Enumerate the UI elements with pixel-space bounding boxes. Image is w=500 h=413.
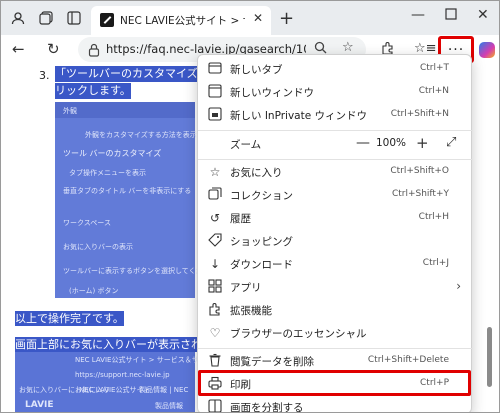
screenshot-favbar: お気に入りバーの表示 <box>63 243 133 251</box>
shopping-icon <box>207 233 223 249</box>
download-icon: ↓ <box>209 257 221 271</box>
menu-item-history[interactable]: ↺ 履歴 Ctrl+H <box>198 207 473 230</box>
submenu-arrow-icon: › <box>456 279 461 293</box>
maximize-icon[interactable] <box>445 8 457 24</box>
favorite-star-icon[interactable]: ☆ <box>342 40 354 55</box>
refresh-icon[interactable]: ↻ <box>47 40 60 58</box>
menu-item-favorites[interactable]: ☆ お気に入り Ctrl+Shift+O <box>198 161 473 184</box>
apps-icon <box>207 279 223 295</box>
shot2-fav3: 製品情報 | NEC <box>139 386 189 394</box>
tab-bar: NEC LAVIE公式サイト > サービス＆サ ✕ + — ✕ <box>1 1 499 35</box>
step-text-line2: リックします。 <box>55 83 131 99</box>
close-tab-icon[interactable]: ✕ <box>253 11 263 25</box>
menu-divider <box>198 130 473 131</box>
print-highlight-box <box>198 370 471 396</box>
shot2-tab: NEC LAVIE公式サイト > サービス＆サ <box>75 356 199 364</box>
tab-actions-icon[interactable] <box>65 9 83 27</box>
collections-icon <box>207 187 223 203</box>
screenshot-home: (ホーム) ボタン <box>69 287 119 295</box>
zoom-level: 100% <box>376 137 407 149</box>
menu-divider <box>198 348 473 349</box>
lock-icon <box>88 42 100 57</box>
menu-item-split-screen[interactable]: 画面を分割する <box>198 396 473 412</box>
back-icon[interactable]: ← <box>12 40 25 58</box>
screenshot-vertical: 垂直タブのタイトル バーを非表示にする <box>63 187 192 195</box>
new-tab-icon[interactable]: + <box>279 8 294 29</box>
essentials-icon: ♡ <box>209 326 221 340</box>
scrollbar-thumb[interactable] <box>487 327 492 387</box>
done-text: 以上で操作完了です。 <box>15 311 124 326</box>
workspaces-icon[interactable] <box>37 9 55 27</box>
menu-item-collections[interactable]: コレクション Ctrl+Shift+Y <box>198 184 473 207</box>
browser-window: NEC LAVIE公式サイト > サービス＆サ ✕ + — ✕ ← ↻ http… <box>0 0 500 413</box>
zoom-in-button[interactable]: + <box>416 134 429 152</box>
copilot-icon[interactable] <box>479 42 495 58</box>
settings-screenshot: 外観 外観をカスタマイズする方法を表示 ツール バーのカスタマイズ タブ操作メニ… <box>55 102 217 298</box>
extensions-icon <box>207 302 223 318</box>
inprivate-icon <box>207 107 223 123</box>
screenshot-workspaces: ワークスペース <box>63 219 111 227</box>
history-icon: ↺ <box>209 211 221 225</box>
nec-favicon-icon <box>100 13 114 27</box>
screenshot-tab-btn: タブ操作メニューを表示 <box>69 169 146 177</box>
shot2-logo: LAVIE <box>25 400 54 410</box>
menu-item-essentials[interactable]: ♡ ブラウザーのエッセンシャル <box>198 322 473 345</box>
menu-item-downloads[interactable]: ↓ ダウンロード Ctrl+J <box>198 253 473 276</box>
shot2-nav: 製品情報 <box>155 402 183 410</box>
trash-icon <box>207 353 223 369</box>
menu-item-inprivate[interactable]: 新しい InPrivate ウィンドウ Ctrl+Shift+N <box>198 104 473 127</box>
result-screenshot: NEC LAVIE公式サイト > サービス＆サ https://support.… <box>15 352 199 412</box>
menu-item-extensions[interactable]: 拡張機能 <box>198 299 473 322</box>
minimize-icon[interactable]: — <box>411 7 425 23</box>
menu-item-shopping[interactable]: ショッピング <box>198 230 473 253</box>
screenshot-heading: ツール バーのカスタマイズ <box>63 149 162 158</box>
settings-menu: 新しいタブ Ctrl+T 新しいウィンドウ Ctrl+N 新しい InPriva… <box>197 54 473 412</box>
fullscreen-icon[interactable]: ⤢ <box>446 135 456 150</box>
favorites-icon: ☆ <box>209 165 221 179</box>
new-tab-icon <box>207 61 223 77</box>
menu-item-apps[interactable]: アプリ › <box>198 276 473 299</box>
screenshot-link: 外観をカスタマイズする方法を表示 <box>85 131 197 139</box>
zoom-out-button[interactable]: — <box>356 135 370 151</box>
close-window-icon[interactable]: ✕ <box>477 7 489 23</box>
shot2-url: https://support.nec-lavie.jp <box>75 371 170 379</box>
new-window-icon <box>207 84 223 100</box>
screenshot-select: ツールバーに表示するボタンを選択してください <box>63 267 217 275</box>
menu-item-zoom: ズーム — 100% + ⤢ <box>230 134 457 152</box>
split-screen-icon <box>207 399 223 412</box>
menu-divider <box>198 159 473 160</box>
menu-item-new-tab[interactable]: 新しいタブ Ctrl+T <box>198 58 473 81</box>
profile-icon[interactable] <box>9 9 27 27</box>
tab-active[interactable]: NEC LAVIE公式サイト > サービス＆サ ✕ <box>91 6 271 35</box>
tab-title: NEC LAVIE公式サイト > サービス＆サ <box>120 15 245 27</box>
screenshot-title: 外観 <box>63 107 77 115</box>
step-number: 3. <box>39 69 50 82</box>
menu-item-new-window[interactable]: 新しいウィンドウ Ctrl+N <box>198 81 473 104</box>
